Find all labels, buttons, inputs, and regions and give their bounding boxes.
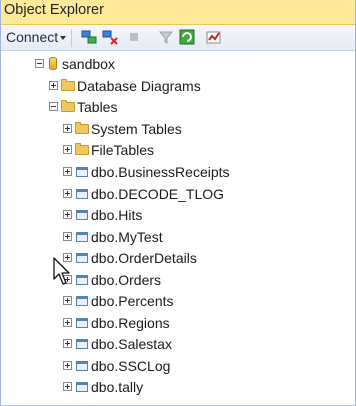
disconnect-icon[interactable] xyxy=(102,29,118,45)
tree-node-label: System Tables xyxy=(91,121,182,137)
table-icon xyxy=(76,189,88,199)
collapse-icon[interactable] xyxy=(35,59,44,68)
expand-icon[interactable] xyxy=(63,189,72,198)
database-icon xyxy=(49,57,57,70)
expand-icon[interactable] xyxy=(49,81,58,90)
tree-node-table[interactable]: dbo.Hits xyxy=(1,205,355,225)
expand-icon[interactable] xyxy=(63,210,72,219)
table-icon xyxy=(76,361,88,371)
tree-node-label: dbo.MyTest xyxy=(91,229,163,245)
tree-node-label: dbo.Salestax xyxy=(91,336,172,352)
expand-icon[interactable] xyxy=(63,318,72,327)
folder-icon xyxy=(75,143,89,155)
title-bar: Object Explorer xyxy=(1,0,355,25)
tree-node-label: Database Diagrams xyxy=(77,78,201,94)
tree-node-label: FileTables xyxy=(91,142,155,158)
tree-node-table[interactable]: dbo.Percents xyxy=(1,291,355,311)
stop-icon[interactable] xyxy=(126,29,142,45)
tree-node-table[interactable]: dbo.SSCLog xyxy=(1,356,355,376)
folder-icon xyxy=(61,79,75,91)
expand-icon[interactable] xyxy=(63,382,72,391)
mouse-pointer-icon xyxy=(53,257,70,285)
object-tree: sandbox Database Diagrams Tables System … xyxy=(1,50,355,405)
table-icon xyxy=(76,318,88,328)
panel-title: Object Explorer xyxy=(4,2,104,18)
tree-node-label: dbo.DECODE_TLOG xyxy=(91,186,225,202)
expand-icon[interactable] xyxy=(63,361,72,370)
tree-node-label: dbo.SSCLog xyxy=(91,358,171,374)
expand-icon[interactable] xyxy=(63,124,72,133)
tree-node-label: dbo.tally xyxy=(91,379,144,395)
expand-icon[interactable] xyxy=(63,145,72,154)
tree-node-filetables[interactable]: FileTables xyxy=(1,140,355,160)
expand-icon[interactable] xyxy=(63,339,72,348)
toolbar: Connect xyxy=(1,25,355,51)
collapse-icon[interactable] xyxy=(49,102,58,111)
tree-node-table[interactable]: dbo.DECODE_TLOG xyxy=(1,184,355,204)
tree-node-label: dbo.Hits xyxy=(91,207,143,223)
tree-node-database-diagrams[interactable]: Database Diagrams xyxy=(1,76,355,96)
folder-icon xyxy=(75,122,89,134)
filter-icon[interactable] xyxy=(158,29,174,45)
table-icon xyxy=(76,296,88,306)
tree-node-table[interactable]: dbo.BusinessReceipts xyxy=(1,162,355,182)
tree-node-table[interactable]: dbo.Regions xyxy=(1,313,355,333)
tree-node-table[interactable]: dbo.MyTest xyxy=(1,227,355,247)
table-icon xyxy=(76,382,88,392)
table-icon xyxy=(76,210,88,220)
connect-button[interactable]: Connect xyxy=(6,29,58,45)
table-icon xyxy=(76,167,88,177)
tree-node-tables[interactable]: Tables xyxy=(1,97,355,117)
connect-object-icon[interactable] xyxy=(81,29,97,45)
tree-node-label: dbo.BusinessReceipts xyxy=(91,164,230,180)
tree-node-label: sandbox xyxy=(62,56,115,72)
expand-icon[interactable] xyxy=(63,296,72,305)
chevron-down-icon[interactable] xyxy=(60,36,66,40)
table-icon xyxy=(76,275,88,285)
tree-node-label: dbo.Percents xyxy=(91,293,174,309)
table-icon xyxy=(76,232,88,242)
tree-node-sandbox[interactable]: sandbox xyxy=(1,54,355,74)
tree-node-table[interactable]: dbo.tally xyxy=(1,377,355,397)
tree-node-label: dbo.Orders xyxy=(91,272,162,288)
table-icon xyxy=(76,253,88,263)
tree-node-label: Tables xyxy=(77,99,118,115)
refresh-icon[interactable] xyxy=(179,29,195,45)
tree-node-label: dbo.Regions xyxy=(91,315,170,331)
tree-node-system-tables[interactable]: System Tables xyxy=(1,119,355,139)
expand-icon[interactable] xyxy=(63,167,72,176)
tree-node-table[interactable]: dbo.Salestax xyxy=(1,334,355,354)
activity-monitor-icon[interactable] xyxy=(206,29,222,45)
table-icon xyxy=(76,339,88,349)
folder-icon xyxy=(61,100,75,112)
toolbar-separator xyxy=(71,29,72,47)
object-explorer-window: Object Explorer Connect sandbox Database… xyxy=(0,0,356,406)
tree-node-label: dbo.OrderDetails xyxy=(91,250,197,266)
expand-icon[interactable] xyxy=(63,232,72,241)
